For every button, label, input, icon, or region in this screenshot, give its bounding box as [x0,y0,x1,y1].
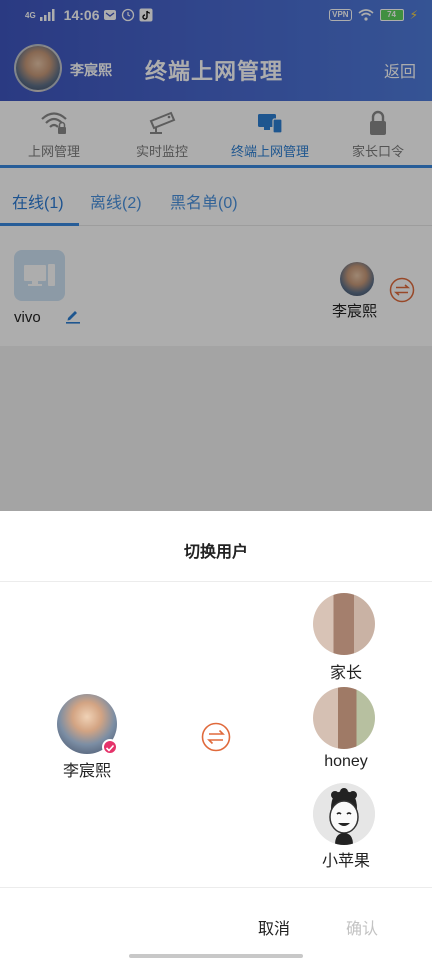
user-option-avatar[interactable] [313,783,375,845]
current-user-name: 李宸熙 [62,763,111,780]
user-option-label[interactable]: 家长 [300,659,392,683]
divider [0,581,432,582]
user-option-label[interactable]: honey [300,753,392,771]
user-option-avatar[interactable] [313,593,375,655]
confirm-button[interactable]: 确认 [346,915,378,939]
modal-overlay[interactable] [0,0,432,511]
dialog-title: 切换用户 [183,544,248,561]
cartoon-face-icon [313,783,375,845]
switch-icon [201,722,231,752]
divider [0,887,432,888]
home-indicator[interactable] [129,954,303,958]
check-icon [102,739,118,755]
user-option-avatar[interactable] [313,687,375,749]
cancel-button[interactable]: 取消 [258,915,290,939]
switch-user-dialog: 切换用户 李宸熙 家长 honey 小苹果 取消 确认 [0,511,432,960]
user-option-label[interactable]: 小苹果 [300,847,392,871]
